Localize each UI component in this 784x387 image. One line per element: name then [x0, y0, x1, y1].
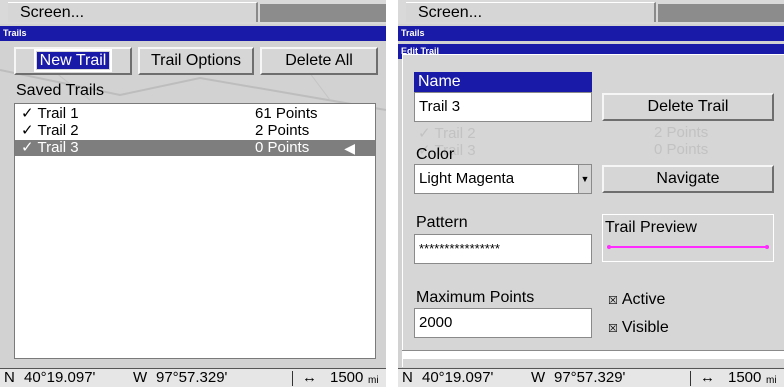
trail-preview-box: Trail Preview	[602, 214, 774, 262]
name-label: Name	[414, 72, 592, 92]
dialog-bottom-strip	[402, 350, 784, 359]
check-icon: ✓	[21, 139, 34, 156]
screen-menu-bar: Screen...	[0, 0, 386, 24]
color-value: Light Magenta	[419, 170, 515, 187]
max-points-field[interactable]: 2000	[414, 308, 592, 338]
delete-all-button[interactable]: Delete All	[260, 47, 378, 75]
color-label: Color	[416, 146, 455, 163]
map-scale: 1500	[330, 369, 364, 386]
arrow-left-icon: ◀	[344, 140, 355, 156]
color-select[interactable]: Light Magenta ▼	[414, 164, 592, 194]
trails-title-bar: Trails	[0, 26, 386, 41]
trail-points: 0 Points	[255, 139, 310, 156]
trail-points: 2 Points	[255, 122, 310, 139]
status-bar: N 40°19.097' W 97°57.329' ↔ 1500 mi	[398, 368, 784, 387]
new-trail-button[interactable]: New Trail	[14, 47, 132, 75]
check-icon: ✓	[21, 105, 34, 122]
ghost-row-points: 2 Points	[654, 124, 709, 141]
scale-unit: mi	[766, 375, 777, 386]
navigate-button[interactable]: Navigate	[602, 165, 774, 193]
checkbox-icon: ☒	[608, 295, 618, 307]
delete-trail-label: Delete Trail	[647, 98, 729, 115]
list-item[interactable]: ✓ Trail 1 61 Points	[15, 106, 375, 122]
status-divider	[690, 371, 691, 386]
longitude: 97°57.329'	[554, 369, 626, 386]
trail-points: 61 Points	[255, 105, 318, 122]
longitude: 97°57.329'	[156, 369, 228, 386]
scale-arrows-icon: ↔	[700, 369, 715, 386]
pattern-field[interactable]: ****************	[414, 234, 592, 264]
chevron-down-icon[interactable]: ▼	[578, 165, 591, 193]
latitude: 40°19.097'	[24, 369, 96, 386]
ghost-row-points: 0 Points	[654, 141, 709, 158]
trails-title-bar: Trails	[398, 26, 784, 41]
navigate-label: Navigate	[656, 170, 720, 187]
map-scale: 1500	[728, 369, 762, 386]
status-divider	[292, 371, 293, 386]
screen-menu-bar: Screen...	[398, 0, 784, 24]
edit-trail-screen: Screen... Trails Edit Trail ✓ Trail 2 2 …	[398, 0, 784, 387]
max-points-label: Maximum Points	[416, 289, 535, 306]
lat-dir: N	[402, 369, 413, 386]
trail-options-label: Trail Options	[150, 52, 242, 69]
trail-name: Trail 1	[37, 105, 79, 122]
scale-unit: mi	[368, 375, 379, 386]
active-checkbox[interactable]: ☒ Active	[608, 291, 665, 309]
trail-name: Trail 3	[37, 139, 79, 156]
active-label: Active	[621, 291, 666, 308]
trail-options-button[interactable]: Trail Options	[138, 47, 254, 75]
delete-all-label: Delete All	[285, 52, 353, 69]
checkbox-icon: ☒	[608, 323, 618, 335]
trails-screen: Screen... Trails New Trail Trail Options…	[0, 0, 386, 387]
screen-menu-button[interactable]: Screen...	[8, 2, 258, 22]
lon-dir: W	[531, 369, 546, 386]
latitude: 40°19.097'	[422, 369, 494, 386]
screen-menu-button[interactable]: Screen...	[406, 2, 656, 22]
trail-name: Trail 2	[37, 122, 79, 139]
saved-trails-list[interactable]: ✓ Trail 1 61 Points ✓ Trail 2 2 Points ✓…	[14, 103, 376, 359]
list-item-selected[interactable]: ✓ Trail 3 0 Points ◀	[15, 140, 375, 156]
list-item[interactable]: ✓ Trail 2 2 Points	[15, 123, 375, 139]
scale-arrows-icon: ↔	[302, 369, 317, 386]
delete-trail-button[interactable]: Delete Trail	[602, 93, 774, 121]
trail-preview-line	[607, 245, 769, 249]
ghost-row: ✓ Trail 2	[418, 125, 476, 142]
pattern-label: Pattern	[416, 214, 468, 231]
check-icon: ✓	[21, 122, 34, 139]
screen-bar-filler	[658, 4, 784, 22]
name-field[interactable]: Trail 3	[414, 92, 592, 122]
visible-label: Visible	[621, 319, 669, 336]
saved-trails-label: Saved Trails	[16, 82, 105, 99]
visible-checkbox[interactable]: ☒ Visible	[608, 319, 669, 337]
screen-bar-filler	[260, 4, 386, 22]
new-trail-label: New Trail	[33, 49, 113, 72]
lon-dir: W	[133, 369, 148, 386]
trail-preview-label: Trail Preview	[605, 219, 697, 237]
status-bar: N 40°19.097' W 97°57.329' ↔ 1500 mi	[0, 368, 386, 387]
lat-dir: N	[4, 369, 15, 386]
